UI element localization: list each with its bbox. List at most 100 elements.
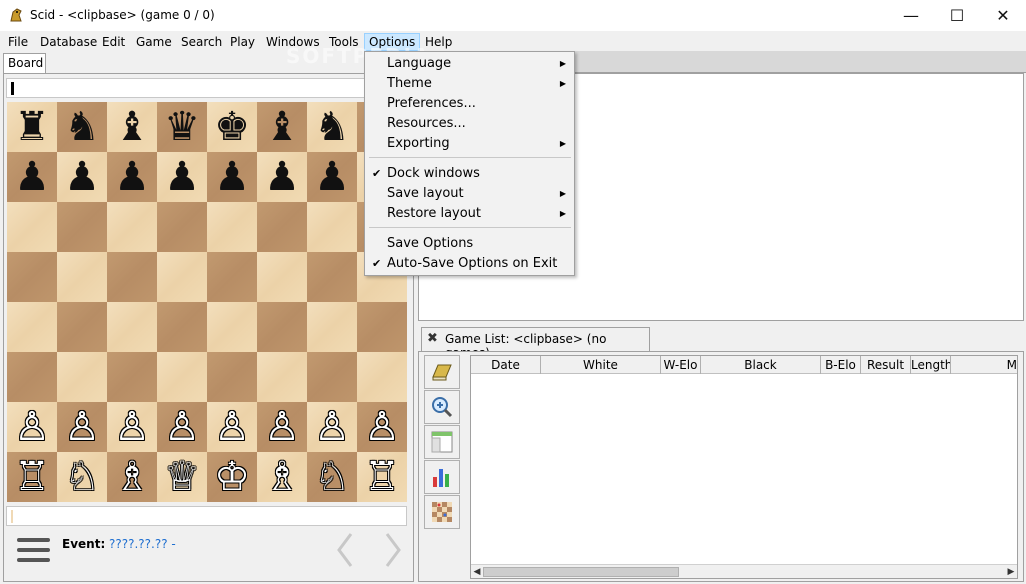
board-square[interactable] [207,252,257,302]
layout-button[interactable] [424,425,460,459]
chess-piece[interactable]: ♟ [64,157,100,197]
board-square[interactable]: ♙ [57,402,107,452]
menu-help[interactable]: Help [421,33,456,51]
menu-tools[interactable]: Tools [325,33,363,51]
board-square[interactable] [357,352,407,402]
board-square[interactable]: ♕ [157,452,207,502]
chess-piece[interactable]: ♜ [14,107,50,147]
options-menu-item[interactable]: Resources... [365,114,574,134]
board-square[interactable]: ♜ [7,102,57,152]
chess-piece[interactable]: ♞ [64,107,100,147]
chess-piece[interactable]: ♞ [314,107,350,147]
chessboard[interactable]: ♜♞♝♛♚♝♞♜♟♟♟♟♟♟♟♟♙♙♙♙♙♙♙♙♖♘♗♕♔♗♘♖ [7,102,407,502]
column-date[interactable]: Date [471,356,541,374]
board-square[interactable] [257,202,307,252]
menu-windows[interactable]: Windows [262,33,324,51]
previous-move-icon[interactable] [333,530,357,570]
move-entry-input[interactable] [6,78,407,98]
menu-options[interactable]: Options [364,33,421,51]
board-square[interactable] [7,352,57,402]
chess-piece[interactable]: ♗ [264,457,300,497]
column-b-elo[interactable]: B-Elo [821,356,861,374]
column-white[interactable]: White [541,356,661,374]
board-square[interactable] [157,252,207,302]
board-square[interactable] [307,252,357,302]
chess-piece[interactable]: ♘ [314,457,350,497]
board-square[interactable]: ♛ [157,102,207,152]
menu-play[interactable]: Play [226,33,259,51]
chess-piece[interactable]: ♕ [164,457,200,497]
scrollbar-thumb[interactable] [483,567,679,577]
chess-piece[interactable]: ♖ [364,457,400,497]
chess-piece[interactable]: ♙ [314,407,350,447]
chess-piece[interactable]: ♟ [14,157,50,197]
chess-piece[interactable]: ♝ [264,107,300,147]
chess-piece[interactable]: ♙ [264,407,300,447]
board-square[interactable]: ♘ [307,452,357,502]
chess-piece[interactable]: ♟ [264,157,300,197]
board-square[interactable] [307,202,357,252]
board-square[interactable] [307,352,357,402]
chess-piece[interactable]: ♙ [14,407,50,447]
board-square[interactable]: ♟ [157,152,207,202]
board-square[interactable] [307,302,357,352]
chess-piece[interactable]: ♖ [14,457,50,497]
board-square[interactable] [107,252,157,302]
board-square[interactable] [107,352,157,402]
board-square[interactable] [157,302,207,352]
tab-game-list[interactable]: ✖ Game List: <clipbase> (no games) [421,327,650,360]
chess-piece[interactable]: ♟ [314,157,350,197]
search-button[interactable] [424,390,460,424]
statistics-button[interactable] [424,460,460,494]
board-square[interactable]: ♙ [307,402,357,452]
board-view-button[interactable] [424,495,460,529]
scroll-left-icon[interactable]: ◀ [471,565,483,579]
options-menu-item[interactable]: Language ▶ [365,54,574,74]
board-square[interactable] [207,352,257,402]
board-square[interactable]: ♙ [7,402,57,452]
open-book-button[interactable] [424,355,460,389]
board-square[interactable] [107,202,157,252]
column-result[interactable]: Result [861,356,911,374]
board-square[interactable]: ♟ [107,152,157,202]
board-square[interactable] [157,202,207,252]
board-square[interactable]: ♟ [57,152,107,202]
options-menu-item[interactable]: Theme ▶ [365,74,574,94]
options-menu-item[interactable]: Restore layout ▶ [365,204,574,224]
menu-file[interactable]: File [4,33,32,51]
board-square[interactable]: ♙ [257,402,307,452]
board-square[interactable]: ♙ [157,402,207,452]
options-menu-item[interactable]: Exporting ▶ [365,134,574,154]
board-square[interactable]: ♙ [357,402,407,452]
board-square[interactable]: ♝ [257,102,307,152]
column-m[interactable]: M [951,356,1017,374]
board-square[interactable]: ♙ [207,402,257,452]
board-square[interactable] [7,252,57,302]
minimize-button[interactable]: — [888,0,934,31]
tab-board[interactable]: Board [3,53,46,73]
chess-piece[interactable]: ♙ [64,407,100,447]
chess-piece[interactable]: ♟ [214,157,250,197]
board-square[interactable]: ♝ [107,102,157,152]
chess-piece[interactable]: ♙ [364,407,400,447]
board-square[interactable] [57,302,107,352]
options-menu-item[interactable]: Save layout ▶ [365,184,574,204]
chess-piece[interactable]: ♟ [114,157,150,197]
board-square[interactable] [257,352,307,402]
board-square[interactable]: ♟ [207,152,257,202]
column-w-elo[interactable]: W-Elo [661,356,701,374]
column-black[interactable]: Black [701,356,821,374]
board-square[interactable]: ♚ [207,102,257,152]
hamburger-menu-icon[interactable] [17,538,50,564]
board-square[interactable] [357,302,407,352]
column-length[interactable]: Length [911,356,951,374]
board-square[interactable] [57,352,107,402]
options-menu-item[interactable]: ✔ Dock windows [365,164,574,184]
horizontal-scrollbar[interactable]: ◀ ▶ [471,564,1017,578]
board-square[interactable] [57,252,107,302]
close-tab-icon[interactable]: ✖ [427,331,438,346]
chess-piece[interactable]: ♚ [214,107,250,147]
board-square[interactable] [257,302,307,352]
board-square[interactable]: ♖ [7,452,57,502]
board-square[interactable] [107,302,157,352]
